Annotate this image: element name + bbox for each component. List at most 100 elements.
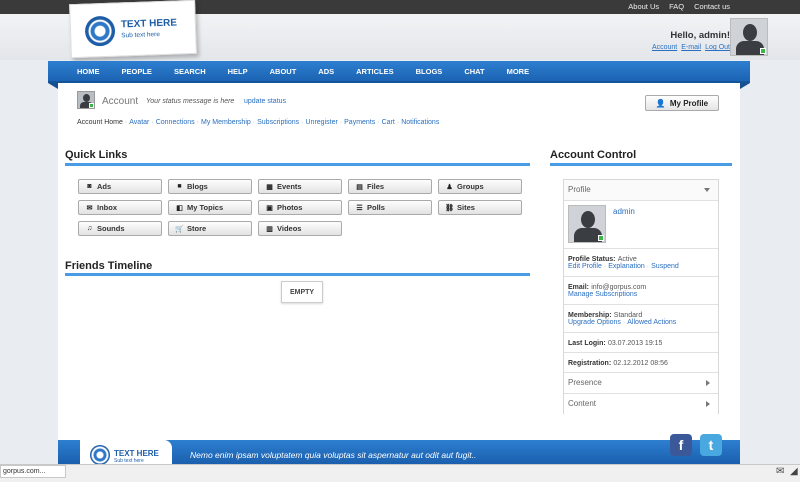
content-section-header[interactable]: Content bbox=[564, 394, 718, 415]
top-links: About Us FAQ Contact us bbox=[628, 2, 730, 11]
subnav-notifications[interactable]: Notifications bbox=[401, 119, 439, 126]
about-us-link[interactable]: About Us bbox=[628, 2, 659, 11]
account-avatar-icon bbox=[77, 91, 95, 109]
quick-link-groups[interactable]: ♟ Groups bbox=[438, 179, 522, 194]
online-indicator bbox=[760, 48, 766, 54]
envelope-icon: ✉ bbox=[86, 204, 93, 212]
account-control-title: Account Control bbox=[550, 149, 637, 161]
quick-link-ads[interactable]: ◙ Ads bbox=[78, 179, 162, 194]
my-profile-label: My Profile bbox=[669, 98, 709, 108]
profile-header-label: Profile bbox=[568, 185, 591, 194]
quick-link-my-topics[interactable]: ◧ My Topics bbox=[168, 200, 252, 215]
facebook-icon[interactable]: f bbox=[670, 434, 692, 456]
allowed-actions-link[interactable]: Allowed Actions bbox=[627, 319, 676, 326]
main-content: Account Your status message is here upda… bbox=[58, 83, 740, 453]
quick-link-blogs[interactable]: ■ Blogs bbox=[168, 179, 252, 194]
online-indicator bbox=[89, 103, 94, 108]
quick-link-videos[interactable]: ▥ Videos bbox=[258, 221, 342, 236]
registration-label: Registration: bbox=[568, 360, 612, 367]
site-logo[interactable]: TEXT HERE Sub text here bbox=[69, 0, 197, 59]
chevron-down-icon bbox=[704, 188, 710, 192]
nav-search[interactable]: SEARCH bbox=[163, 61, 217, 81]
footer-quote: Nemo enim ipsam voluptatem quia voluptas… bbox=[190, 450, 477, 460]
nav-help[interactable]: HELP bbox=[217, 61, 259, 81]
profile-summary: admin bbox=[564, 201, 718, 249]
suspend-link[interactable]: Suspend bbox=[651, 263, 679, 270]
explanation-link[interactable]: Explanation bbox=[608, 263, 645, 270]
quick-link-inbox[interactable]: ✉ Inbox bbox=[78, 200, 162, 215]
chevron-right-icon bbox=[706, 380, 710, 386]
quick-link-store[interactable]: 🛒 Store bbox=[168, 221, 252, 236]
my-profile-button[interactable]: 👤 My Profile bbox=[645, 95, 719, 111]
quick-link-files[interactable]: ▤ Files bbox=[348, 179, 432, 194]
footer-logo-title: TEXT HERE bbox=[114, 449, 159, 458]
film-icon: ▥ bbox=[266, 225, 273, 233]
faq-link[interactable]: FAQ bbox=[669, 2, 684, 11]
edit-profile-link[interactable]: Edit Profile bbox=[568, 263, 602, 270]
subnav-avatar[interactable]: Avatar bbox=[129, 119, 149, 126]
cart-icon: 🛒 bbox=[175, 225, 184, 233]
quick-link-sounds[interactable]: ♫ Sounds bbox=[78, 221, 162, 236]
quick-link-sites[interactable]: ⛓ Sites bbox=[438, 200, 522, 215]
manage-subscriptions-link[interactable]: Manage Subscriptions bbox=[568, 291, 637, 298]
quick-links-title: Quick Links bbox=[65, 149, 128, 161]
subnav-subscriptions[interactable]: Subscriptions bbox=[257, 119, 299, 126]
ads-icon: ◙ bbox=[87, 183, 92, 190]
logo-subtitle: Sub text here bbox=[121, 31, 161, 40]
subnav-my-membership[interactable]: My Membership bbox=[201, 119, 251, 126]
account-link[interactable]: Account bbox=[652, 44, 677, 51]
email-value: info@gorpus.com bbox=[591, 284, 647, 291]
twitter-icon[interactable]: t bbox=[700, 434, 722, 456]
account-control-rule bbox=[550, 163, 732, 166]
membership-label: Membership: bbox=[568, 312, 612, 319]
update-status-link[interactable]: update status bbox=[244, 98, 286, 105]
greeting: Hello, admin! bbox=[670, 30, 730, 41]
user-block: Hello, admin! Account E-mail Log Out bbox=[652, 30, 730, 51]
main-nav: HOME PEOPLE SEARCH HELP ABOUT ADS ARTICL… bbox=[48, 61, 750, 83]
nav-blogs[interactable]: BLOGS bbox=[405, 61, 454, 81]
profile-username-link[interactable]: admin bbox=[613, 207, 635, 216]
upgrade-options-link[interactable]: Upgrade Options bbox=[568, 319, 621, 326]
last-login-value: 03.07.2013 19:15 bbox=[607, 340, 663, 347]
last-login-label: Last Login: bbox=[568, 340, 606, 347]
logout-link[interactable]: Log Out bbox=[705, 44, 730, 51]
subnav-payments[interactable]: Payments bbox=[344, 119, 375, 126]
contact-us-link[interactable]: Contact us bbox=[694, 2, 730, 11]
subnav-cart[interactable]: Cart bbox=[382, 119, 395, 126]
email-link[interactable]: E-mail bbox=[681, 44, 701, 51]
nav-more[interactable]: MORE bbox=[496, 61, 541, 81]
registration-value: 02.12.2012 08:56 bbox=[613, 360, 668, 367]
nav-articles[interactable]: ARTICLES bbox=[345, 61, 405, 81]
resize-grip-icon[interactable]: ◢ bbox=[790, 466, 798, 477]
nav-fold-left bbox=[48, 83, 58, 89]
subnav-unregister[interactable]: Unregister bbox=[306, 119, 338, 126]
topics-icon: ◧ bbox=[176, 204, 183, 212]
content-label: Content bbox=[568, 399, 597, 408]
quick-link-polls[interactable]: ☰ Polls bbox=[348, 200, 432, 215]
profile-avatar[interactable] bbox=[568, 205, 606, 243]
profile-status-label: Profile Status: bbox=[568, 256, 616, 263]
subnav-account-home[interactable]: Account Home bbox=[77, 119, 123, 126]
logo-swirl-icon bbox=[84, 15, 116, 47]
quick-link-photos[interactable]: ▣ Photos bbox=[258, 200, 342, 215]
nav-about[interactable]: ABOUT bbox=[259, 61, 308, 81]
quick-link-events[interactable]: ▦ Events bbox=[258, 179, 342, 194]
subnav-connections[interactable]: Connections bbox=[156, 119, 195, 126]
group-icon: ♟ bbox=[446, 183, 453, 191]
link-icon: ⛓ bbox=[445, 204, 454, 212]
email-label: Email: bbox=[568, 284, 590, 291]
chevron-right-icon bbox=[706, 401, 710, 407]
presence-section-header[interactable]: Presence bbox=[564, 373, 718, 394]
avatar[interactable] bbox=[730, 18, 768, 56]
nav-ads[interactable]: ADS bbox=[307, 61, 345, 81]
profile-section-header[interactable]: Profile bbox=[564, 180, 718, 201]
membership-row: Membership: Standard Upgrade Options · Al… bbox=[564, 305, 718, 333]
account-control-panel: Profile admin Profile Status: Active Edi… bbox=[563, 179, 719, 415]
envelope-icon[interactable]: ✉ bbox=[776, 466, 784, 477]
quick-links-rule bbox=[65, 163, 530, 166]
book-icon: ■ bbox=[177, 183, 182, 190]
nav-home[interactable]: HOME bbox=[66, 61, 111, 81]
nav-chat[interactable]: CHAT bbox=[453, 61, 495, 81]
browser-status-bar bbox=[0, 464, 800, 482]
nav-people[interactable]: PEOPLE bbox=[111, 61, 163, 81]
